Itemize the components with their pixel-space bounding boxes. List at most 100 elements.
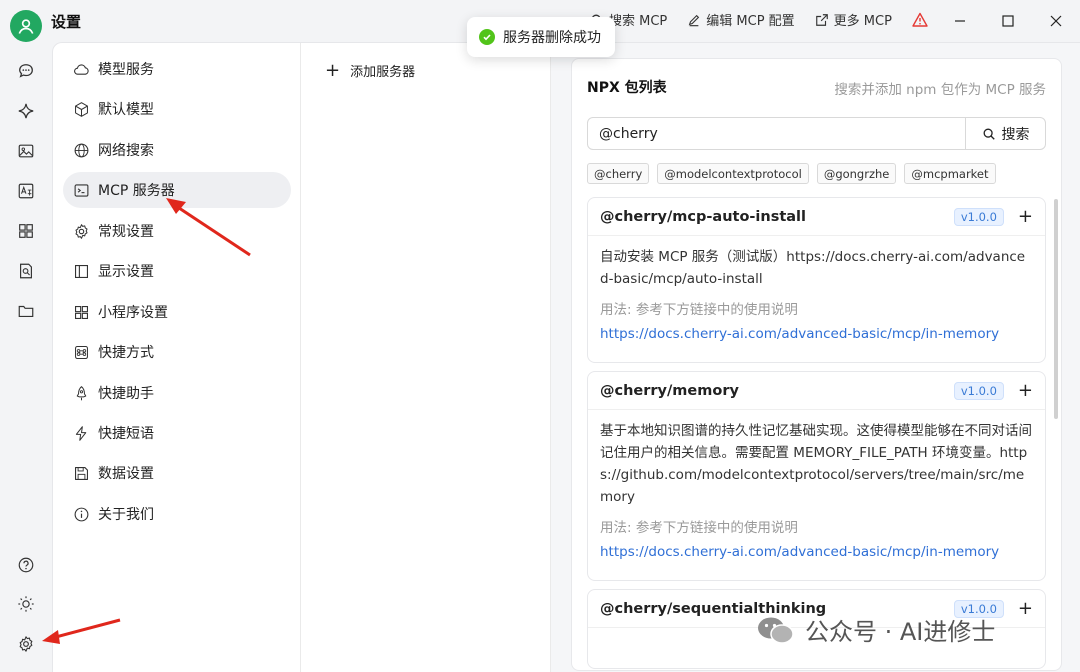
scope-tag[interactable]: @modelcontextprotocol [657, 163, 809, 184]
package-description: 基于本地知识图谱的持久性记忆基础实现。这使得模型能够在不同对话间记住用户的相关信… [600, 423, 1032, 505]
chat-icon [19, 64, 33, 78]
package-header: @cherry/mcp-auto-install v1.0.0 + [588, 198, 1045, 236]
external-link-icon [815, 13, 828, 26]
warning-button[interactable] [912, 12, 928, 28]
menu-item-label: 默认模型 [98, 102, 154, 118]
check-circle-icon [479, 29, 495, 45]
rail-agents[interactable] [16, 101, 36, 121]
sparkle-icon [18, 103, 34, 119]
edit-mcp-config-button[interactable]: 编辑 MCP 配置 [687, 10, 795, 29]
plus-icon: + [325, 59, 341, 81]
package-name: @cherry/memory [600, 382, 739, 399]
gear-icon [75, 223, 88, 239]
npx-search-button[interactable]: 搜索 [965, 118, 1045, 149]
menu-item-shortcuts[interactable]: 快捷方式 [63, 334, 291, 370]
rail-theme[interactable] [16, 594, 36, 614]
add-package-button[interactable]: + [1018, 207, 1033, 226]
command-icon [75, 345, 88, 359]
menu-item-about[interactable]: 关于我们 [63, 496, 291, 532]
package-header: @cherry/memory v1.0.0 + [588, 372, 1045, 410]
menu-item-quick-phrases[interactable]: 快捷短语 [63, 415, 291, 451]
rail-settings[interactable] [16, 634, 36, 654]
rail-files[interactable] [16, 301, 36, 321]
globe-icon [74, 143, 89, 157]
maximize-icon [1002, 15, 1014, 27]
add-package-button[interactable]: + [1018, 599, 1033, 618]
package-card: @cherry/mcp-auto-install v1.0.0 + 自动安装 M… [587, 197, 1046, 363]
user-avatar[interactable] [10, 10, 42, 42]
scope-tag[interactable]: @cherry [587, 163, 650, 184]
menu-item-data-settings[interactable]: 数据设置 [63, 455, 291, 491]
help-icon [18, 557, 34, 573]
maximize-button[interactable] [984, 0, 1032, 42]
package-list-scrollbar[interactable] [1054, 199, 1058, 419]
npx-search-input[interactable] [588, 118, 965, 149]
layout-icon [74, 264, 89, 278]
icon-rail [0, 42, 52, 672]
cube-icon [75, 101, 88, 117]
rail-apps[interactable] [16, 221, 36, 241]
menu-item-label: 显示设置 [98, 264, 154, 280]
rail-help[interactable] [16, 555, 36, 575]
package-name: @cherry/mcp-auto-install [600, 208, 807, 225]
menu-item-default-model[interactable]: 默认模型 [63, 91, 291, 127]
mcp-top-actions: 搜索 MCP 编辑 MCP 配置 更多 MCP [590, 10, 948, 29]
menu-item-model-service[interactable]: 模型服务 [63, 51, 291, 87]
package-usage: 用法: 参考下方链接中的使用说明 [600, 302, 798, 318]
npx-search-box: 搜索 [587, 117, 1046, 150]
scope-tags: @cherry @modelcontextprotocol @gongrzhe … [587, 163, 996, 184]
folder-icon [18, 305, 34, 317]
menu-item-label: 小程序设置 [98, 305, 168, 321]
apps-grid-icon [19, 224, 33, 238]
user-icon [18, 19, 34, 34]
package-description: 自动安装 MCP 服务（测试版）https://docs.cherry-ai.c… [600, 249, 1026, 287]
menu-item-mcp-servers[interactable]: MCP 服务器 [63, 172, 291, 208]
package-card: @cherry/memory v1.0.0 + 基于本地知识图谱的持久性记忆基础… [587, 371, 1046, 581]
sun-icon [18, 596, 34, 612]
menu-item-display-settings[interactable]: 显示设置 [63, 253, 291, 289]
menu-item-label: 快捷短语 [98, 426, 154, 442]
package-list: @cherry/mcp-auto-install v1.0.0 + 自动安装 M… [587, 197, 1046, 670]
image-icon [18, 144, 34, 158]
warning-icon [912, 12, 928, 27]
grid-icon [74, 305, 89, 319]
package-doc-link[interactable]: https://docs.cherry-ai.com/advanced-basi… [600, 544, 1033, 560]
window-controls [936, 0, 1080, 42]
minimize-icon [955, 20, 965, 22]
add-server-button[interactable]: + 添加服务器 [325, 61, 415, 80]
scope-tag[interactable]: @mcpmarket [904, 163, 996, 184]
mcp-server-list: + 添加服务器 [301, 43, 551, 672]
toast-message: 服务器删除成功 [503, 30, 601, 46]
more-mcp-button[interactable]: 更多 MCP [815, 10, 892, 29]
search-mcp-label: 搜索 MCP [609, 14, 668, 29]
scope-tag[interactable]: @gongrzhe [816, 163, 897, 184]
menu-item-miniapp-settings[interactable]: 小程序设置 [63, 294, 291, 330]
rail-translate[interactable] [16, 181, 36, 201]
menu-item-label: 网络搜索 [98, 143, 154, 159]
watermark-text: 公众号 · AI进修士 [805, 618, 996, 646]
minimize-button[interactable] [936, 0, 984, 42]
menu-item-label: 模型服务 [98, 62, 154, 78]
more-mcp-label: 更多 MCP [833, 14, 892, 29]
package-doc-link[interactable]: https://docs.cherry-ai.com/advanced-basi… [600, 326, 1033, 342]
menu-item-quick-assistant[interactable]: 快捷助手 [63, 375, 291, 411]
menu-item-web-search[interactable]: 网络搜索 [63, 132, 291, 168]
npx-search-button-label: 搜索 [1001, 126, 1030, 143]
rail-knowledge[interactable] [16, 261, 36, 281]
cloud-icon [74, 63, 89, 75]
file-search-icon [20, 263, 32, 279]
close-icon [1050, 15, 1062, 27]
rail-images[interactable] [16, 141, 36, 161]
menu-item-label: 快捷助手 [98, 386, 154, 402]
menu-item-general-settings[interactable]: 常规设置 [63, 213, 291, 249]
close-button[interactable] [1032, 0, 1080, 42]
settings-menu: 模型服务 默认模型 网络搜索 MCP 服务器 常规设置 显示设置 小程序设置 快… [53, 43, 301, 672]
main-panel: 模型服务 默认模型 网络搜索 MCP 服务器 常规设置 显示设置 小程序设置 快… [52, 42, 1080, 672]
menu-item-label: MCP 服务器 [98, 183, 175, 199]
rail-chat[interactable] [16, 61, 36, 81]
zap-icon [75, 425, 87, 441]
package-usage: 用法: 参考下方链接中的使用说明 [600, 520, 798, 536]
edit-icon [688, 14, 700, 26]
add-package-button[interactable]: + [1018, 381, 1033, 400]
translate-icon [18, 183, 34, 199]
